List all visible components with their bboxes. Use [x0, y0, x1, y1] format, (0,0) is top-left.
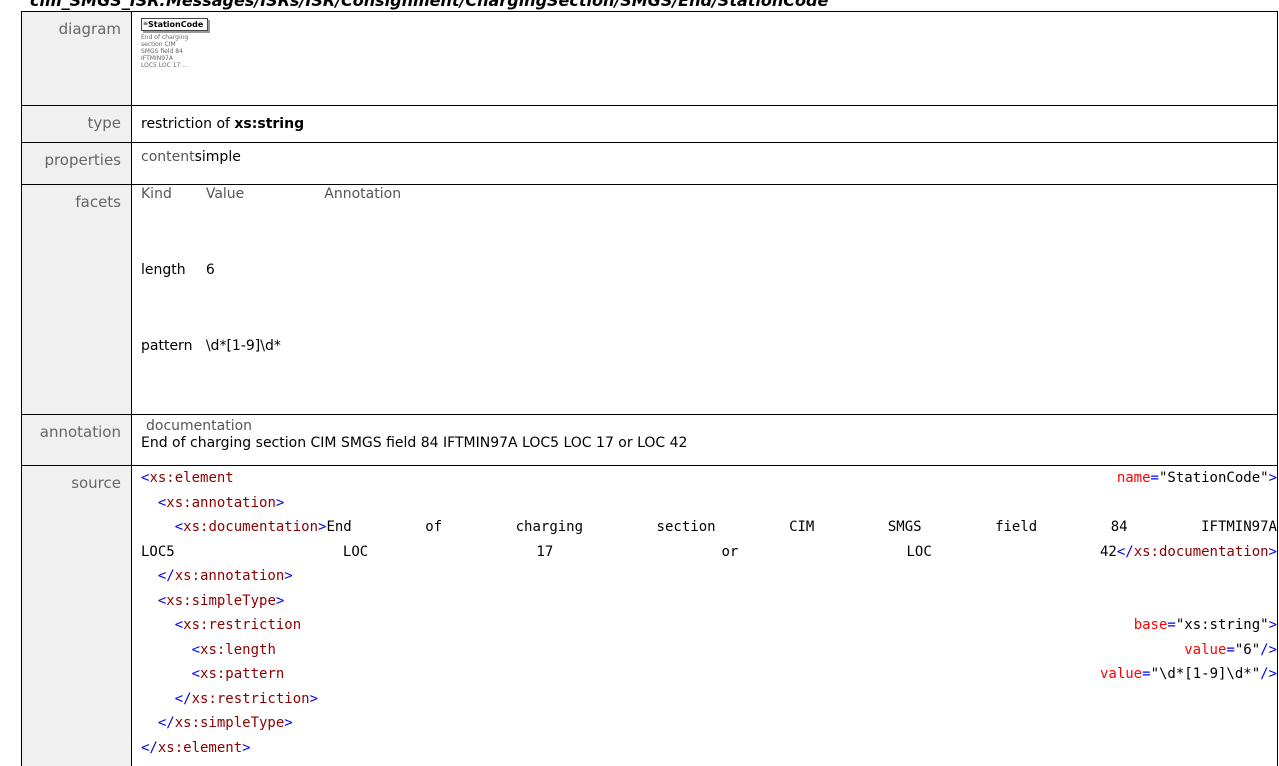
- code-value: "6": [1235, 642, 1260, 658]
- facet-row: pattern \d*[1-9]\d*: [141, 338, 401, 414]
- diagram-doc-line: End of charging: [141, 34, 211, 41]
- property-value: simple: [195, 149, 241, 184]
- source-code: <xs:element name="StationCode"> <xs:anno…: [132, 466, 1278, 766]
- code-tag: xs:pattern: [200, 666, 284, 682]
- facet-header-annotation: Annotation: [324, 186, 401, 262]
- facet-header-value: Value: [198, 186, 324, 262]
- code-attr: value: [1184, 642, 1226, 658]
- properties-table: diagram ≡ StationCode End of charging se…: [21, 11, 1278, 766]
- facet-kind: length: [141, 262, 198, 338]
- code-tag: xs:simpleType: [175, 715, 285, 731]
- code-tag: xs:element: [158, 740, 242, 756]
- page-title: cim_SMGS_ISR:Messages/ISRs/ISR/Consignme…: [30, 0, 1270, 11]
- code-tag: xs:documentation: [1134, 544, 1269, 560]
- facets-cell: Kind Value Annotation length 6 pattern \…: [132, 185, 1278, 415]
- code-line: <xs:restriction base="xs:string">: [141, 613, 1277, 638]
- code-line: <xs:length value="6"/>: [141, 638, 1277, 663]
- facet-value: 6: [198, 262, 324, 338]
- code-tag: xs:element: [149, 470, 233, 486]
- diagram-label: diagram: [22, 12, 132, 106]
- code-line: </xs:simpleType>: [141, 711, 1277, 736]
- diagram-row: diagram ≡ StationCode End of charging se…: [22, 12, 1278, 106]
- code-tag: xs:annotation: [175, 568, 285, 584]
- annotation-label: annotation: [22, 415, 132, 466]
- code-line: <xs:element name="StationCode">: [141, 466, 1277, 491]
- diagram-doc: End of charging section CIM SMGS field 8…: [141, 34, 211, 69]
- type-prefix: restriction of: [141, 116, 230, 132]
- code-value: "\d*[1-9]\d*": [1151, 666, 1261, 682]
- code-tag: xs:length: [200, 642, 276, 658]
- diagram-doc-line: IFTMIN97A: [141, 55, 211, 62]
- type-label: type: [22, 106, 132, 143]
- property-key: content: [141, 149, 195, 184]
- code-line: <xs:annotation>: [141, 491, 1277, 516]
- diagram-cell: ≡ StationCode End of charging section CI…: [132, 12, 1278, 106]
- code-line: <xs:simpleType>: [141, 589, 1277, 614]
- code-tag: xs:annotation: [166, 495, 276, 511]
- code-tag: xs:restriction: [183, 617, 301, 633]
- code-attr: name: [1117, 470, 1151, 486]
- type-cell: restriction of xs:string: [132, 106, 1278, 143]
- code-line: </xs:element>: [141, 736, 1277, 761]
- code-attr: value: [1100, 666, 1142, 682]
- element-icon: ≡: [143, 20, 148, 27]
- facet-value: \d*[1-9]\d*: [198, 338, 324, 414]
- code-line: </xs:restriction>: [141, 687, 1277, 712]
- code-value: "xs:string": [1176, 617, 1269, 633]
- code-value: "StationCode": [1159, 470, 1269, 486]
- diagram-element-name: StationCode: [148, 20, 203, 29]
- code-line: </xs:annotation>: [141, 564, 1277, 589]
- annotation-row: annotation documentation End of charging…: [22, 415, 1278, 466]
- facets-label: facets: [22, 185, 132, 415]
- code-line: <xs:pattern value="\d*[1-9]\d*"/>: [141, 662, 1277, 687]
- properties-label: properties: [22, 143, 132, 185]
- diagram-doc-line: LOC5 LOC 17 ...: [141, 62, 211, 69]
- facets-row: facets Kind Value Annotation length 6 pa…: [22, 185, 1278, 415]
- properties-row: properties content simple: [22, 143, 1278, 185]
- facets-table: Kind Value Annotation length 6 pattern \…: [141, 186, 401, 414]
- source-label: source: [22, 466, 132, 766]
- annotation-text: End of charging section CIM SMGS field 8…: [141, 434, 1277, 451]
- properties-cell: content simple: [132, 143, 1278, 185]
- type-base-link[interactable]: xs:string: [234, 116, 304, 132]
- code-attr: base: [1134, 617, 1168, 633]
- element-diagram-box[interactable]: ≡ StationCode: [141, 18, 208, 31]
- facet-row: length 6: [141, 262, 401, 338]
- facets-header-row: Kind Value Annotation: [141, 186, 401, 262]
- diagram-doc-line: section CIM: [141, 41, 211, 48]
- annotation-header: documentation: [141, 415, 1277, 434]
- facet-header-kind: Kind: [141, 186, 198, 262]
- facet-kind: pattern: [141, 338, 198, 414]
- diagram-doc-line: SMGS field 84: [141, 48, 211, 55]
- code-tag: xs:restriction: [192, 691, 310, 707]
- source-row: source <xs:element name="StationCode"> <…: [22, 466, 1278, 766]
- type-row: type restriction of xs:string: [22, 106, 1278, 143]
- code-line: LOC5 LOC 17 or LOC 42</xs:documentation>: [141, 540, 1277, 565]
- code-tag: xs:simpleType: [166, 593, 276, 609]
- annotation-cell: documentation End of charging section CI…: [132, 415, 1278, 466]
- code-tag: xs:documentation: [183, 519, 318, 535]
- code-line: <xs:documentation>End of charging sectio…: [141, 515, 1277, 540]
